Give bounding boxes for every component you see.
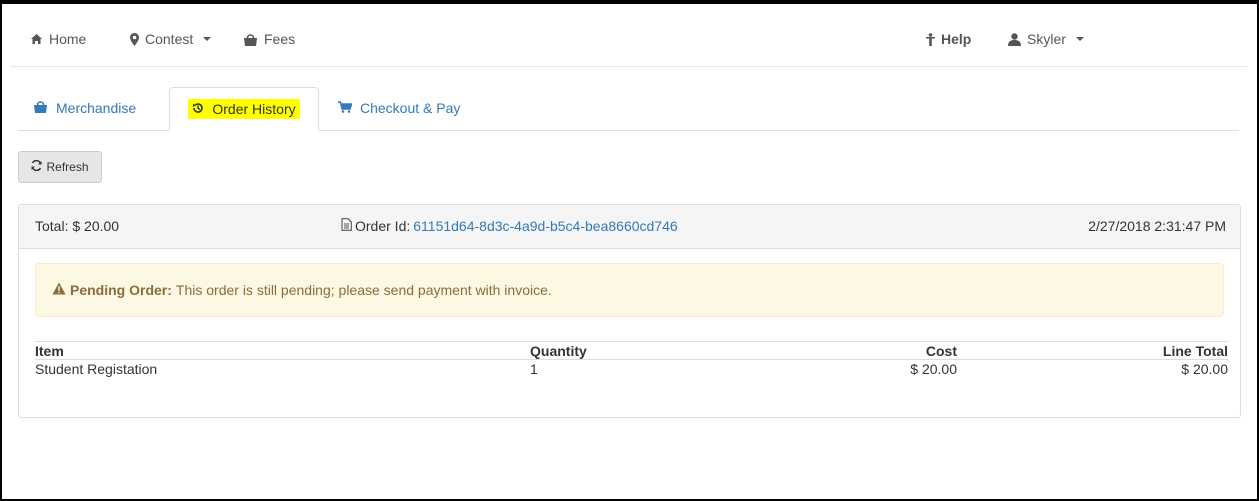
- tab-merchandise[interactable]: Merchandise: [18, 87, 151, 129]
- top-navbar: Home Contest Fees Help Skyler: [10, 14, 1247, 67]
- tab-bar: Merchandise Order History Checkout & Pay: [18, 87, 1239, 131]
- refresh-button[interactable]: Refresh: [18, 151, 102, 183]
- nav-home[interactable]: Home: [30, 31, 86, 47]
- history-icon: [192, 101, 204, 117]
- table-row: Student Registation 1 $ 20.00 $ 20.00: [35, 360, 1228, 379]
- refresh-label: Refresh: [46, 160, 89, 174]
- alert-title: Pending Order:: [70, 282, 172, 298]
- nav-fees[interactable]: Fees: [243, 31, 295, 47]
- cell-item: Student Registation: [35, 361, 158, 377]
- nav-home-label: Home: [49, 31, 87, 47]
- chevron-down-icon: [203, 37, 212, 41]
- order-id-group: Order Id: 61151d64-8d3c-4a9d-b5c4-bea866…: [341, 218, 678, 234]
- shopping-bag-icon: [243, 33, 258, 46]
- nav-user-dropdown[interactable]: Skyler: [1008, 31, 1084, 47]
- refresh-icon: [31, 159, 42, 174]
- order-date: 2/27/2018 2:31:47 PM: [1088, 218, 1226, 234]
- nav-contest-dropdown[interactable]: Contest: [130, 31, 212, 47]
- nav-user-label: Skyler: [1027, 31, 1066, 47]
- user-icon: [1008, 32, 1021, 46]
- nav-contest-label: Contest: [145, 31, 194, 47]
- nav-fees-label: Fees: [264, 31, 296, 47]
- tab-order-history[interactable]: Order History: [169, 87, 319, 131]
- warning-icon: [52, 282, 66, 298]
- order-panel-header: Total: $ 20.00 Order Id: 61151d64-8d3c-4…: [19, 205, 1240, 249]
- chevron-down-icon: [1075, 37, 1084, 41]
- tab-order-history-label: Order History: [212, 101, 296, 117]
- column-header-quantity: Quantity: [530, 341, 860, 360]
- cart-icon: [338, 100, 353, 116]
- order-id-link[interactable]: 61151d64-8d3c-4a9d-b5c4-bea8660cd746: [413, 218, 677, 234]
- help-icon: [926, 32, 935, 46]
- document-icon: [341, 218, 352, 234]
- pending-order-alert: Pending Order: This order is still pendi…: [35, 263, 1224, 317]
- home-icon: [30, 33, 43, 45]
- column-header-item: Item: [35, 341, 530, 360]
- nav-help-label: Help: [941, 31, 972, 47]
- nav-help[interactable]: Help: [926, 31, 971, 47]
- cell-line-total: $ 20.00: [1181, 361, 1228, 377]
- column-header-cost: Cost: [860, 341, 957, 360]
- alert-message: This order is still pending; please send…: [175, 282, 552, 298]
- tab-checkout-pay[interactable]: Checkout & Pay: [323, 87, 475, 129]
- tab-merchandise-label: Merchandise: [56, 100, 137, 116]
- order-panel: Total: $ 20.00 Order Id: 61151d64-8d3c-4…: [18, 204, 1241, 418]
- column-header-line-total: Line Total: [957, 341, 1228, 360]
- table-header-row: Item Quantity Cost Line Total: [35, 341, 1228, 360]
- cell-cost: $ 20.00: [910, 361, 957, 377]
- tab-checkout-pay-label: Checkout & Pay: [360, 100, 461, 116]
- order-total: Total: $ 20.00: [35, 218, 120, 234]
- shopping-bag-icon: [33, 100, 48, 116]
- order-items-table: Item Quantity Cost Line Total Student Re…: [35, 341, 1228, 378]
- map-marker-icon: [130, 32, 139, 46]
- cell-quantity: 1: [530, 361, 538, 377]
- order-id-label: Order Id:: [355, 218, 411, 234]
- highlight-mark: Order History: [188, 99, 300, 119]
